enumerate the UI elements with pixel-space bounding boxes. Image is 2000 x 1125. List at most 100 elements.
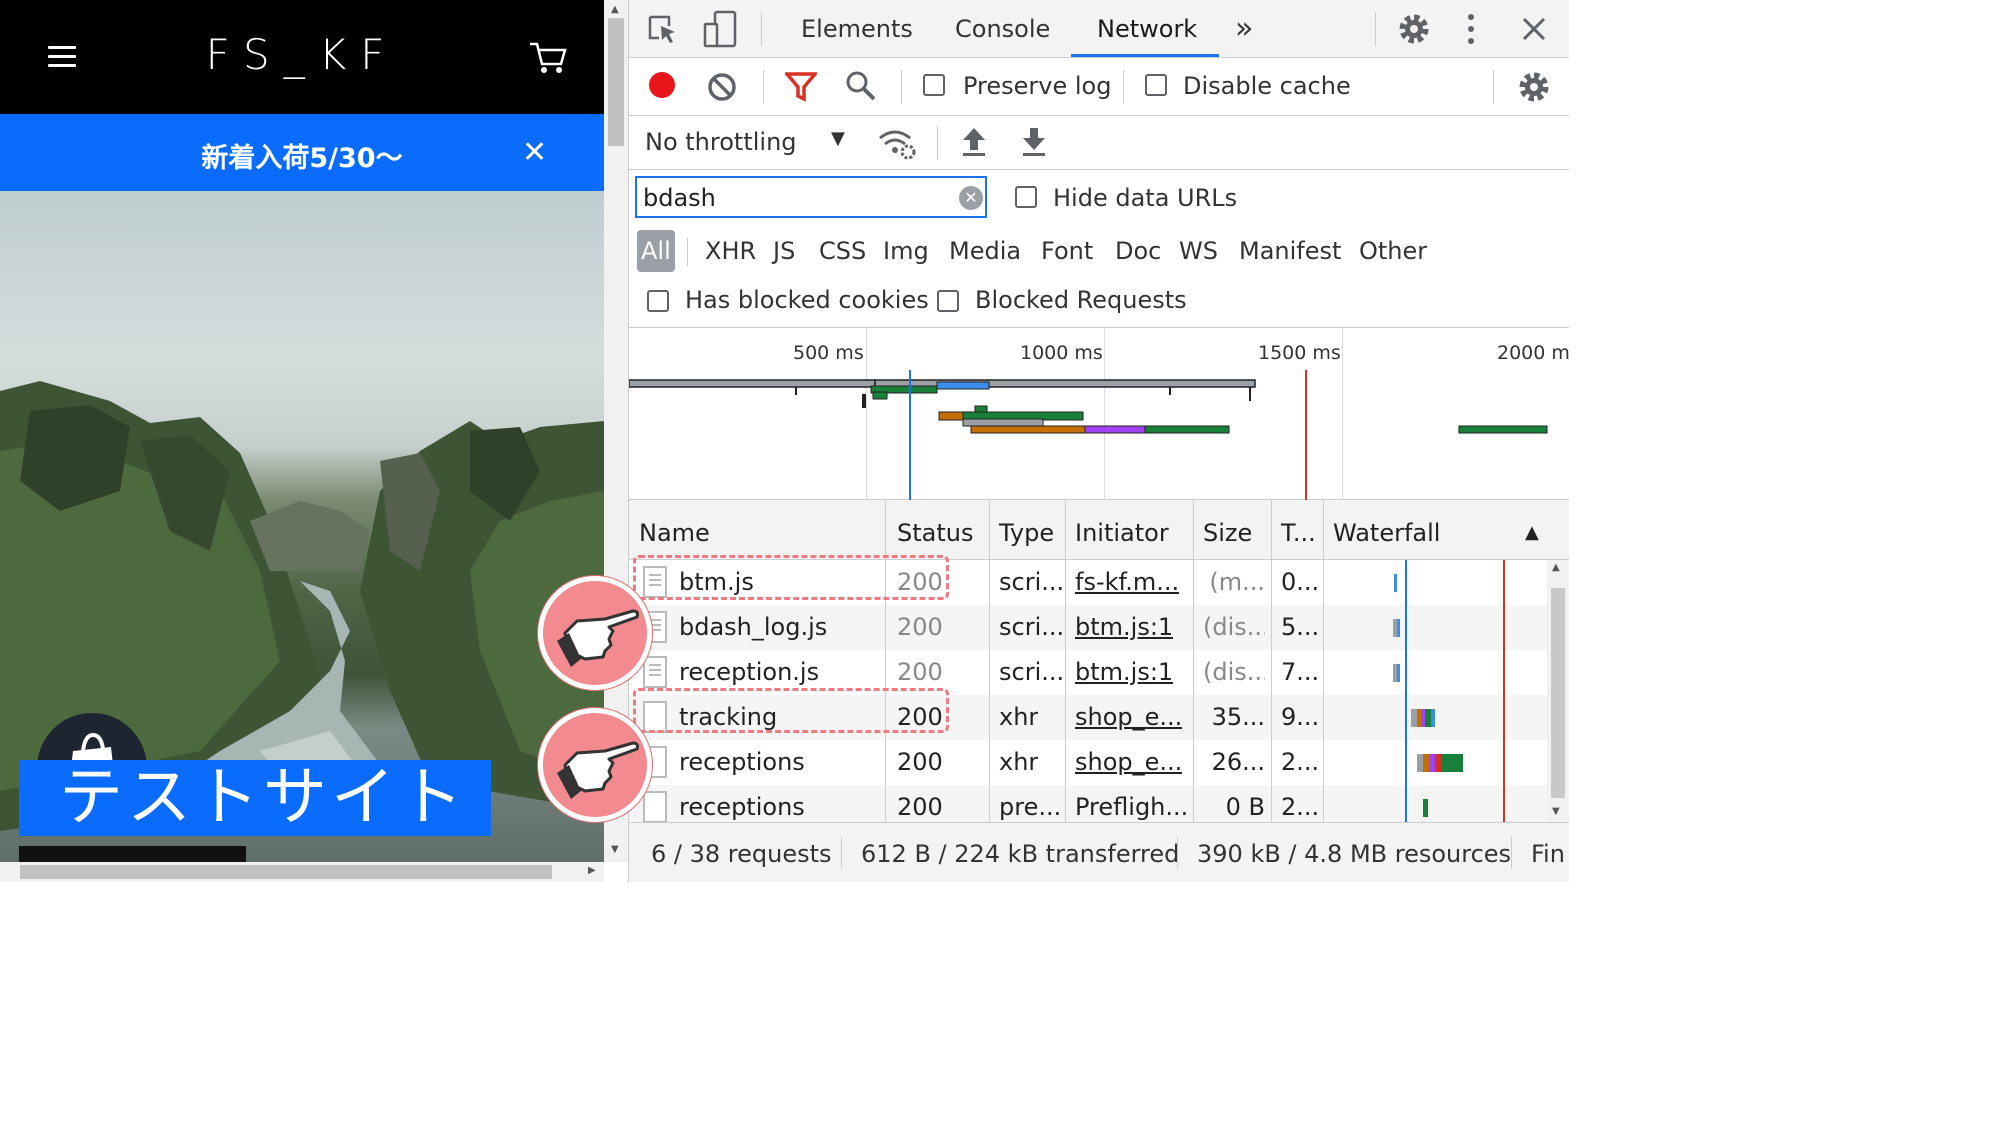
type-filter-xhr[interactable]: XHR — [701, 230, 760, 272]
network-toolbar: Preserve log Disable cache — [629, 58, 1569, 116]
filter-icon[interactable] — [785, 72, 817, 102]
tab-network[interactable]: Network — [1097, 0, 1197, 58]
column-header-time[interactable]: T... — [1281, 500, 1316, 560]
divider — [763, 70, 764, 104]
chevron-down-icon[interactable]: ▼ — [831, 128, 845, 149]
screen: FS_KF 新着入荷5/30〜 ✕ テストサイト ▲ ▼ ▶ Elements … — [0, 0, 1570, 882]
scroll-down-arrow-icon[interactable]: ▼ — [611, 844, 619, 855]
blocked-requests-checkbox[interactable] — [937, 290, 959, 312]
request-initiator[interactable]: btm.js:1 — [1075, 650, 1173, 695]
hide-data-urls-label: Hide data URLs — [1053, 184, 1238, 212]
table-row[interactable]: receptions 200 xhr shop_e... 26... 2... — [629, 740, 1547, 785]
close-icon[interactable]: ✕ — [522, 138, 547, 168]
request-initiator[interactable]: shop_e... — [1075, 740, 1182, 785]
type-filter-css[interactable]: CSS — [815, 230, 870, 272]
highlight-box-btm-js — [633, 555, 949, 600]
clear-icon[interactable] — [707, 72, 737, 102]
hero-image: S テストサイト — [0, 191, 604, 862]
divider — [1123, 70, 1124, 104]
more-options-icon[interactable] — [1465, 12, 1477, 46]
settings-gear-icon[interactable] — [1397, 12, 1431, 46]
highlight-box-tracking — [633, 688, 949, 733]
devtools-tab-bar: Elements Console Network » — [629, 0, 1569, 58]
request-initiator[interactable]: btm.js:1 — [1075, 605, 1173, 650]
column-header-name[interactable]: Name — [639, 500, 710, 560]
type-filter-doc[interactable]: Doc — [1111, 230, 1165, 272]
hide-data-urls-checkbox[interactable] — [1015, 186, 1037, 208]
table-header: Name Status Type Initiator Size T... Wat… — [629, 500, 1569, 560]
record-icon[interactable] — [647, 70, 677, 100]
scroll-right-arrow-icon[interactable]: ▶ — [588, 865, 596, 876]
scroll-down-arrow-icon[interactable]: ▼ — [1552, 806, 1560, 817]
scroll-thumb[interactable] — [1551, 588, 1565, 798]
scroll-thumb[interactable] — [20, 865, 552, 879]
column-header-type[interactable]: Type — [999, 500, 1054, 560]
table-vertical-scrollbar[interactable]: ▲ ▼ — [1547, 560, 1569, 822]
request-type: xhr — [999, 748, 1039, 776]
column-header-size[interactable]: Size — [1203, 500, 1252, 560]
request-type: xhr — [999, 703, 1039, 731]
type-filter-img[interactable]: Img — [879, 230, 933, 272]
tab-elements[interactable]: Elements — [801, 0, 913, 58]
type-filter-ws[interactable]: WS — [1175, 230, 1222, 272]
divider — [1375, 12, 1376, 46]
dom-content-loaded-line — [1405, 560, 1407, 605]
request-size: (dis... — [1203, 658, 1265, 686]
network-conditions-icon[interactable] — [877, 126, 917, 160]
waterfall-bar — [1397, 664, 1400, 682]
type-filter-js[interactable]: JS — [769, 230, 799, 272]
disable-cache-checkbox[interactable] — [1145, 74, 1167, 96]
network-settings-gear-icon[interactable] — [1517, 70, 1551, 104]
request-time: 0... — [1281, 568, 1320, 596]
column-header-status[interactable]: Status — [897, 500, 973, 560]
devtools-panel: Elements Console Network » Preserve log … — [628, 0, 1570, 882]
load-event-line — [1503, 695, 1505, 740]
scroll-up-arrow-icon[interactable]: ▲ — [611, 4, 619, 15]
request-size: 35... — [1211, 703, 1265, 731]
divider — [841, 837, 842, 869]
clear-filter-icon[interactable]: ✕ — [959, 186, 983, 210]
requests-table: Name Status Type Initiator Size T... Wat… — [629, 500, 1569, 830]
network-overview-timeline[interactable]: 500 ms 1000 ms 1500 ms 2000 m — [629, 328, 1570, 500]
column-header-initiator[interactable]: Initiator — [1075, 500, 1169, 560]
close-devtools-icon[interactable] — [1521, 16, 1547, 42]
type-filter-other[interactable]: Other — [1355, 230, 1431, 272]
request-type: scri... — [999, 568, 1065, 596]
throttling-select[interactable]: No throttling — [645, 128, 797, 156]
search-icon[interactable] — [845, 70, 877, 102]
table-row[interactable]: bdash_log.js 200 scri... btm.js:1 (dis... 5..… — [629, 605, 1547, 650]
export-har-icon[interactable] — [1021, 126, 1047, 158]
cart-icon[interactable] — [528, 40, 568, 76]
request-status: 200 — [897, 613, 943, 641]
request-status: 200 — [897, 748, 943, 776]
more-tabs-icon[interactable]: » — [1235, 0, 1253, 58]
scroll-thumb[interactable] — [608, 18, 624, 146]
type-filter-media[interactable]: Media — [945, 230, 1025, 272]
tab-console[interactable]: Console — [955, 0, 1050, 58]
inspect-element-icon[interactable] — [647, 14, 679, 46]
site-horizontal-scrollbar[interactable]: ▶ — [0, 862, 604, 882]
request-initiator[interactable]: shop_e... — [1075, 695, 1182, 740]
scroll-up-arrow-icon[interactable]: ▲ — [1552, 562, 1560, 573]
filter-input-box[interactable]: ✕ — [635, 176, 987, 218]
site-logo[interactable]: FS_KF — [0, 30, 604, 79]
device-toolbar-icon[interactable] — [703, 10, 739, 48]
dom-content-loaded-line — [1405, 650, 1407, 695]
divider — [761, 12, 762, 46]
preserve-log-checkbox[interactable] — [923, 74, 945, 96]
filter-input[interactable] — [643, 182, 943, 214]
dom-content-loaded-line — [1405, 695, 1407, 740]
sort-ascending-icon[interactable]: ▲ — [1525, 500, 1539, 560]
import-har-icon[interactable] — [961, 126, 987, 158]
type-filter-all[interactable]: All — [637, 230, 675, 272]
type-filter-font[interactable]: Font — [1037, 230, 1097, 272]
request-size: (dis... — [1203, 613, 1265, 641]
preserve-log-label: Preserve log — [963, 72, 1112, 100]
announcement-text[interactable]: 新着入荷5/30〜 — [0, 136, 604, 175]
has-blocked-cookies-checkbox[interactable] — [647, 290, 669, 312]
dom-content-loaded-line — [1405, 605, 1407, 650]
request-time: 2... — [1281, 748, 1320, 776]
type-filter-manifest[interactable]: Manifest — [1235, 230, 1345, 272]
request-initiator[interactable]: fs-kf.m... — [1075, 560, 1179, 605]
column-header-waterfall[interactable]: Waterfall — [1333, 500, 1440, 560]
